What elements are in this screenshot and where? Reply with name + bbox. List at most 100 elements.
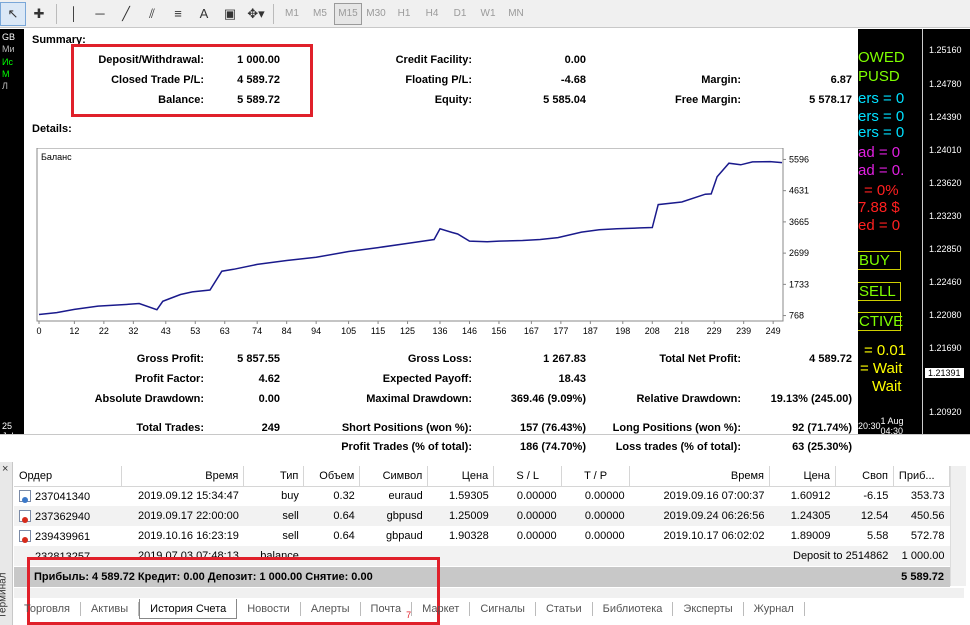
- crosshair-icon[interactable]: ✚: [26, 2, 52, 26]
- ea-text: = 0.01: [864, 342, 907, 359]
- tab-9[interactable]: Библиотека: [593, 602, 674, 616]
- horizontal-line-icon[interactable]: ─: [87, 2, 113, 26]
- floating-pl-label: Floating P/L:: [405, 74, 472, 86]
- column-header-price-open[interactable]: Цена: [427, 466, 495, 487]
- ea-sell-button[interactable]: SELL: [855, 282, 901, 301]
- tab-2[interactable]: История Счета: [139, 599, 238, 619]
- price-label: 1.24390: [929, 112, 962, 122]
- long-positions-value: 92 (71.74%): [792, 422, 852, 434]
- gross-loss-label: Gross Loss:: [407, 353, 472, 365]
- tab-6[interactable]: Маркет: [412, 602, 471, 616]
- timeframe-mn[interactable]: MN: [502, 3, 530, 25]
- price-label: 1.22460: [929, 277, 962, 287]
- vertical-line-icon[interactable]: │: [61, 2, 87, 26]
- cell-price-close: Deposit to 2514862: [769, 546, 894, 566]
- tab-11[interactable]: Журнал: [744, 602, 805, 616]
- vertical-scrollbar[interactable]: [950, 466, 966, 586]
- text-icon[interactable]: A: [191, 2, 217, 26]
- column-header-tp[interactable]: T / P: [561, 466, 631, 487]
- ea-text: = 0%: [864, 182, 899, 199]
- column-header-symbol[interactable]: Символ: [359, 466, 429, 487]
- column-header-profit[interactable]: Приб...: [893, 466, 951, 487]
- cell-time-close: 2019.09.24 06:26:56: [629, 506, 770, 526]
- tab-badge: 7: [406, 610, 412, 620]
- cell-price-open: 1.90328: [448, 530, 489, 542]
- x-tick-label: 125: [400, 326, 415, 336]
- timeframe-d1[interactable]: D1: [446, 3, 474, 25]
- tab-1[interactable]: Активы: [81, 602, 140, 616]
- cell-symbol: gbpaud: [386, 530, 423, 542]
- x-tick-label: 239: [736, 326, 751, 336]
- column-header-time-close[interactable]: Время: [629, 466, 770, 487]
- timeframe-m5[interactable]: M5: [306, 3, 334, 25]
- chart-left-label: M: [2, 69, 10, 79]
- y-tick-label: 2699: [789, 248, 809, 258]
- arrows-icon[interactable]: ✥▾: [243, 2, 269, 26]
- tab-3[interactable]: Новости: [237, 602, 301, 616]
- x-tick-label: 105: [341, 326, 356, 336]
- cell-price-open: 1.25009: [427, 506, 494, 526]
- cell-price-close: 1.60912: [790, 490, 831, 503]
- tab-8[interactable]: Статьи: [536, 602, 593, 616]
- cell-type: buy: [281, 490, 299, 503]
- cell-time-close: [629, 546, 770, 566]
- gross-profit-value: 5 857.55: [237, 353, 280, 365]
- timeframe-m1[interactable]: M1: [278, 3, 306, 25]
- cursor-icon[interactable]: ↖: [0, 1, 26, 26]
- cell-tp: 0.00000: [584, 490, 625, 503]
- column-header-time-open[interactable]: Время: [121, 466, 245, 487]
- balance-chart: Баланс 0 12 22 32 43 53 63 74 84 94 105 115 125 136 14…: [36, 148, 809, 336]
- x-tick-label: 229: [707, 326, 722, 336]
- cell-time-open: 2019.10.16 16:23:19: [137, 530, 239, 542]
- account-summary-total: 5 589.72: [901, 571, 944, 583]
- timeframe-h4[interactable]: H4: [418, 3, 446, 25]
- x-tick-label: 0: [36, 326, 41, 336]
- column-header-sl[interactable]: S / L: [493, 466, 563, 487]
- relative-drawdown-label: Relative Drawdown:: [636, 393, 741, 405]
- cell-type: sell: [243, 506, 304, 526]
- report-window: Summary: Deposit/Withdrawal: 1 000.00 Cl…: [24, 29, 858, 434]
- tab-4[interactable]: Алерты: [301, 602, 361, 616]
- loss-trades-label: Loss trades (% of total):: [615, 441, 741, 453]
- column-header-type[interactable]: Тип: [243, 466, 305, 487]
- trendline-icon[interactable]: ╱: [113, 2, 139, 26]
- column-header-swap[interactable]: Своп: [835, 466, 894, 487]
- x-tick-label: 177: [553, 326, 568, 336]
- equidistant-channel-icon[interactable]: ⫽: [139, 2, 165, 26]
- timeframe-m15[interactable]: M15: [334, 2, 362, 25]
- tab-5[interactable]: Почта 7: [361, 602, 413, 620]
- timeframe-w1[interactable]: W1: [474, 3, 502, 25]
- timeframe-h1[interactable]: H1: [390, 3, 418, 25]
- ea-text: ed = 0: [858, 217, 901, 234]
- text-label-icon[interactable]: ▣: [217, 2, 243, 26]
- cell-swap: 5.58: [867, 530, 889, 542]
- tab-7[interactable]: Сигналы: [470, 602, 536, 616]
- tab-label: Статьи: [545, 603, 582, 615]
- ea-buy-button[interactable]: BUY: [855, 251, 901, 270]
- tab-10[interactable]: Эксперты: [673, 602, 744, 616]
- column-header-price-close[interactable]: Цена: [769, 466, 836, 487]
- table-row[interactable]: 237362940 2019.09.17 22:00:00 sell 0.64 gbpu…: [14, 506, 950, 526]
- column-header-order[interactable]: Ордер: [14, 466, 123, 487]
- chart-left-strip: GB Ми Ис M Л 25 Jul: [0, 29, 24, 441]
- tab-label: История Счета: [150, 603, 227, 615]
- column-header-volume[interactable]: Объем: [303, 466, 361, 487]
- price-label: 1.20920: [929, 407, 962, 417]
- fibonacci-icon[interactable]: ≡: [165, 2, 191, 26]
- cell-sl: [493, 546, 562, 566]
- table-header-row: Ордер Время Тип Объем Символ Цена S / L …: [14, 466, 951, 487]
- order-sell-icon: [19, 529, 31, 543]
- timeframe-m30[interactable]: M30: [362, 3, 390, 25]
- timeframe-group: M1 M5 M15 M30 H1 H4 D1 W1 MN: [278, 2, 530, 25]
- close-icon[interactable]: ×: [2, 463, 8, 475]
- ea-active-button[interactable]: CTIVE: [855, 312, 903, 331]
- x-tick-label: 63: [220, 326, 230, 336]
- price-axis[interactable]: 1.25160 1.24780 1.24390 1.24010 1.23620 …: [922, 29, 970, 434]
- tab-0[interactable]: Торговля: [14, 602, 81, 616]
- total-net-profit-value: 4 589.72: [809, 353, 852, 365]
- tab-label: Активы: [90, 603, 129, 615]
- table-row[interactable]: 237041340 2019.09.12 15:34:47 buy 0.32 eurau…: [14, 486, 950, 506]
- cell-order: 237362940: [14, 506, 122, 526]
- table-row[interactable]: 239439961 2019.10.16 16:23:19 sell 0.64 gbpa…: [14, 526, 950, 546]
- cell-swap: 12.54: [835, 506, 894, 526]
